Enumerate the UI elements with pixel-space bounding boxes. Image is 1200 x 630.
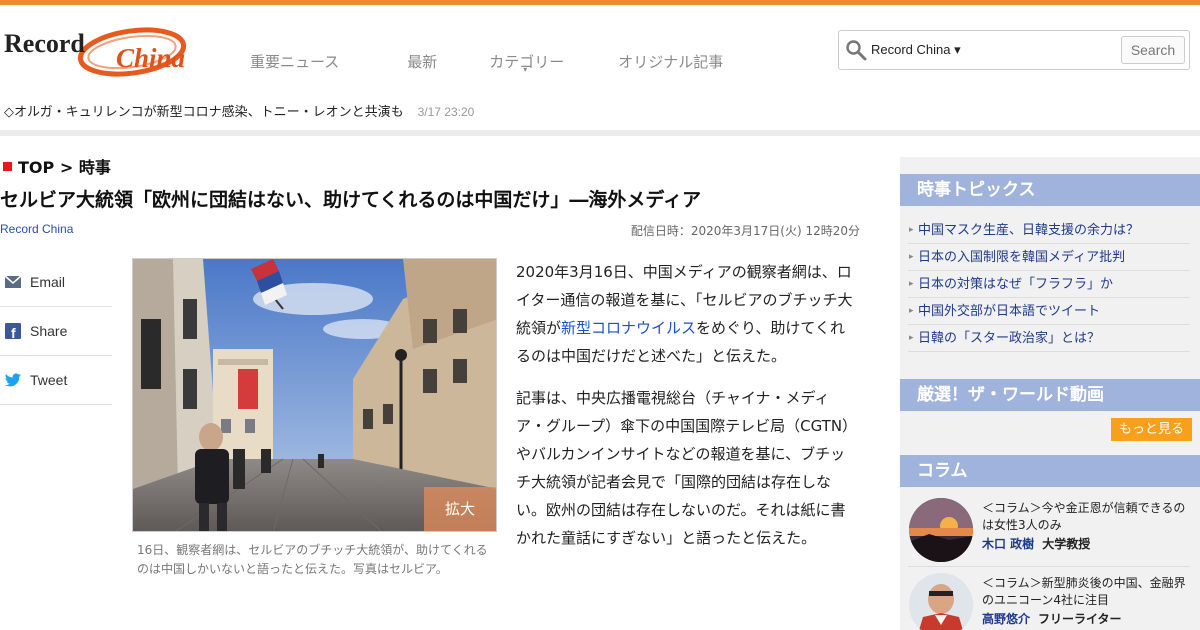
column-divider [908, 566, 1190, 567]
column-title: ＜コラム＞新型肺炎後の中国、金融界のユニコーン4社に注目 [982, 576, 1186, 607]
ticker-time: 3/17 23:20 [417, 105, 475, 119]
share-facebook-button[interactable]: f Share [0, 307, 112, 356]
search-button[interactable]: Search [1121, 36, 1185, 64]
column-text: ＜コラム＞今や金正恩が信頼できるのは女性3人のみ 木口 政樹 大学教授 [982, 500, 1192, 553]
article-source[interactable]: Record China [0, 222, 73, 236]
facebook-icon: f [5, 323, 21, 339]
article-paragraph: 記事は、中央広播電視総台（チャイナ・メディア・グループ）傘下の中国国際テレビ局（… [516, 389, 858, 547]
topic-link[interactable]: 日本の対策はなぜ「フラフラ」か [908, 271, 1190, 298]
column-item[interactable]: ＜コラム＞今や金正恩が信頼できるのは女性3人のみ 木口 政樹 大学教授 [908, 496, 1192, 568]
breadcrumb-section[interactable]: 時事 [79, 158, 111, 177]
nav-item-latest[interactable]: 最新 [407, 51, 437, 72]
site-header: Record China 重要ニュース 最新 カテゴリー ▾ オリジナル記事 Re… [0, 5, 1200, 130]
column-author-line: 木口 政樹 大学教授 [982, 536, 1192, 553]
logo-word-record: Record [4, 29, 85, 58]
share-bar: Email f Share Tweet [0, 258, 112, 405]
main-nav: 重要ニュース 最新 カテゴリー ▾ オリジナル記事 [250, 51, 791, 74]
search-icon [846, 40, 867, 61]
twitter-icon [5, 373, 21, 387]
search-scope-select[interactable]: Record China ▾ [871, 42, 961, 58]
topic-link[interactable]: 中国マスク生産、日韓支援の余力は？ [908, 217, 1190, 244]
article-title: セルビア大統領「欧州に団結はない、助けてくれるのは中国だけ」―海外メディア [0, 189, 702, 211]
ticker-headline: ◇オルガ・キュリレンコが新型コロナ感染、トニー・レオンと共演も [4, 105, 404, 120]
breadcrumb-separator: > [59, 158, 74, 177]
column-author[interactable]: 高野悠介 [982, 612, 1030, 626]
nav-item-important-news[interactable]: 重要ニュース [250, 51, 339, 72]
topic-link[interactable]: 日韓の「スター政治家」とは？ [908, 325, 1190, 352]
topics-list: 中国マスク生産、日韓支援の余力は？ 日本の入国制限を韓国メディア批判 日本の対策… [908, 217, 1190, 352]
sidebar-topics-header[interactable]: 時事トピックス [900, 174, 1200, 206]
photo-caption: 16日、観察者網は、セルビアのブチッチ大統領が、助けてくれるのは中国しかいないと… [137, 543, 488, 576]
article-paragraph: 2020年3月16日、中国メディアの観察者網は、ロイター通信の報道を基に、「セル… [516, 258, 858, 370]
site-logo[interactable]: Record China [4, 19, 186, 77]
photo-zoom-button[interactable]: 拡大 [424, 487, 496, 531]
breadcrumb-home[interactable]: TOP [18, 158, 54, 177]
article-date: 配信日時：2020年3月17日(火) 12時20分 [630, 224, 860, 238]
avatar [909, 498, 973, 562]
breadcrumb: TOP > 時事 [3, 154, 111, 178]
keyword-link[interactable]: 新型コロナウイルス [561, 319, 696, 337]
nav-item-original-articles[interactable]: オリジナル記事 [618, 51, 723, 72]
sidebar-video-header[interactable]: 厳選！ザ・ワールド動画 [900, 379, 1200, 411]
avatar [909, 573, 973, 630]
share-email-label: Email [30, 274, 66, 290]
column-item[interactable]: ＜コラム＞新型肺炎後の中国、金融界のユニコーン4社に注目 高野悠介 フリーライター [908, 571, 1192, 630]
header-divider [0, 130, 1200, 136]
share-twitter-button[interactable]: Tweet [0, 356, 112, 405]
more-videos-button[interactable]: もっと見る [1111, 418, 1192, 441]
chevron-down-icon: ▾ [523, 65, 528, 74]
article-photo[interactable]: 拡大 [132, 258, 497, 532]
logo-word-china: China [116, 43, 185, 73]
article-body: 2020年3月16日、中国メディアの観察者網は、ロイター通信の報道を基に、「セル… [516, 258, 858, 566]
share-facebook-label: Share [30, 323, 68, 339]
email-icon [4, 275, 22, 288]
breadcrumb-marker-icon [3, 162, 12, 171]
column-author-role: 大学教授 [1042, 537, 1091, 551]
nav-item-category[interactable]: カテゴリー ▾ [489, 51, 564, 74]
column-text: ＜コラム＞新型肺炎後の中国、金融界のユニコーン4社に注目 高野悠介 フリーライター [982, 575, 1192, 628]
share-twitter-label: Tweet [30, 372, 68, 388]
share-email-button[interactable]: Email [0, 258, 112, 307]
column-title: ＜コラム＞今や金正恩が信頼できるのは女性3人のみ [982, 501, 1186, 532]
topic-link[interactable]: 中国外交部が日本語でツイート [908, 298, 1190, 325]
column-author-role: フリーライター [1038, 612, 1122, 626]
news-ticker[interactable]: ◇オルガ・キュリレンコが新型コロナ感染、トニー・レオンと共演も 3/17 23:2… [4, 101, 474, 120]
topic-link[interactable]: 日本の入国制限を韓国メディア批判 [908, 244, 1190, 271]
search-box: Record China ▾ Search [838, 30, 1190, 70]
sidebar: 時事トピックス 中国マスク生産、日韓支援の余力は？ 日本の入国制限を韓国メディア… [900, 157, 1200, 630]
column-author[interactable]: 木口 政樹 [982, 537, 1034, 551]
svg-text:f: f [11, 325, 16, 339]
column-author-line: 高野悠介 フリーライター [982, 611, 1192, 628]
sidebar-column-header[interactable]: コラム [900, 455, 1200, 487]
